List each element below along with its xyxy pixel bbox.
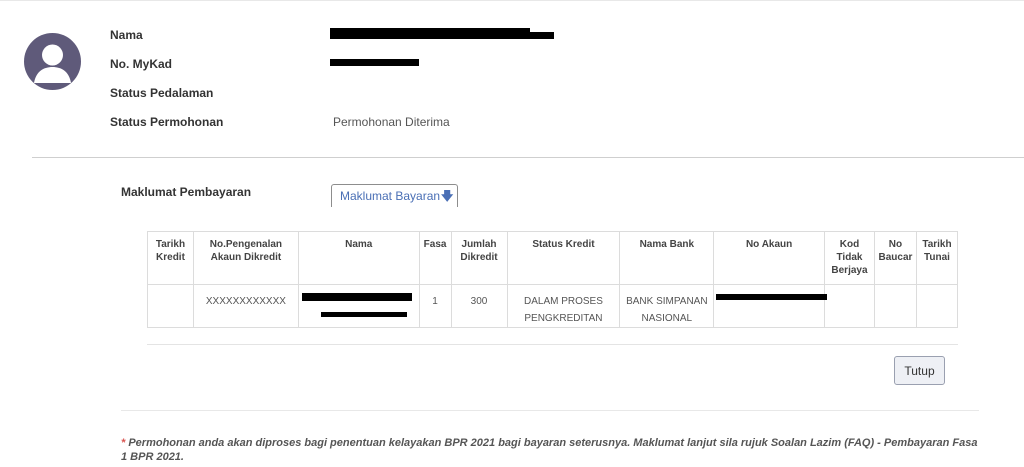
header-nama: Nama xyxy=(297,231,420,285)
payment-table: Tarikh Kredit No.Pengenalan Akaun Dikred… xyxy=(147,231,959,328)
status-permohonan-value: Permohonan Diterima xyxy=(333,115,450,129)
header-tarikh-tunai: Tarikh Tunai xyxy=(915,231,959,285)
cell-no-baucar xyxy=(873,284,917,328)
close-button[interactable]: Tutup xyxy=(894,356,945,385)
footer-divider xyxy=(121,410,979,411)
cell-jumlah: 300 xyxy=(450,284,508,328)
mykad-redaction xyxy=(330,59,419,66)
header-fasa: Fasa xyxy=(418,231,452,285)
cell-no-pengenalan: XXXXXXXXXXXX xyxy=(192,284,299,328)
top-divider xyxy=(0,0,1024,1)
cell-status-kredit: DALAM PROSES PENGKREDITAN xyxy=(506,284,621,328)
payment-toggle-label: Maklumat Bayaran xyxy=(340,188,441,203)
status-permohonan-label: Status Permohonan xyxy=(110,115,224,129)
cell-no-akaun xyxy=(713,284,828,328)
cell-no-akaun-redaction xyxy=(716,294,828,300)
header-kod-tidak-berjaya: Kod Tidak Berjaya xyxy=(823,231,875,285)
payment-section-label: Maklumat Pembayaran xyxy=(121,185,252,199)
footer-note: * Permohonan anda akan diproses bagi pen… xyxy=(121,436,981,464)
cell-nama-redaction-2 xyxy=(320,312,407,317)
header-no-akaun: No Akaun xyxy=(713,231,825,285)
cell-nama xyxy=(297,284,420,328)
section-divider xyxy=(32,157,1024,158)
table-header-row: Tarikh Kredit No.Pengenalan Akaun Dikred… xyxy=(147,231,959,285)
cell-nama-redaction xyxy=(301,293,412,301)
table-divider xyxy=(147,344,958,345)
header-status-kredit: Status Kredit xyxy=(506,231,621,285)
cell-nama-bank: BANK SIMPANAN NASIONAL xyxy=(619,284,715,328)
cell-tarikh-tunai xyxy=(915,284,959,328)
cell-kod-tidak-berjaya xyxy=(823,284,875,328)
status-pedalaman-label: Status Pedalaman xyxy=(110,86,214,100)
nama-label: Nama xyxy=(110,28,143,42)
footer-note-text: Permohonan anda akan diproses bagi penen… xyxy=(121,437,978,463)
header-jumlah: Jumlah Dikredit xyxy=(450,231,508,285)
header-no-pengenalan: No.Pengenalan Akaun Dikredit xyxy=(192,231,299,285)
payment-info-toggle-button[interactable]: Maklumat Bayaran🡇 xyxy=(331,184,458,207)
arrow-down-icon: 🡇 xyxy=(441,188,454,203)
cell-fasa: 1 xyxy=(418,284,452,328)
table-row: XXXXXXXXXXXX 1 300 DALAM PROSES PENGKRED… xyxy=(147,284,959,328)
required-star: * xyxy=(121,437,126,449)
header-nama-bank: Nama Bank xyxy=(619,231,715,285)
header-tarikh-kredit: Tarikh Kredit xyxy=(147,231,194,285)
cell-tarikh-kredit xyxy=(147,284,194,328)
mykad-label: No. MyKad xyxy=(110,57,173,71)
user-avatar-icon xyxy=(24,33,81,90)
header-no-baucar: No Baucar xyxy=(873,231,917,285)
nama-redaction-2 xyxy=(330,32,554,39)
